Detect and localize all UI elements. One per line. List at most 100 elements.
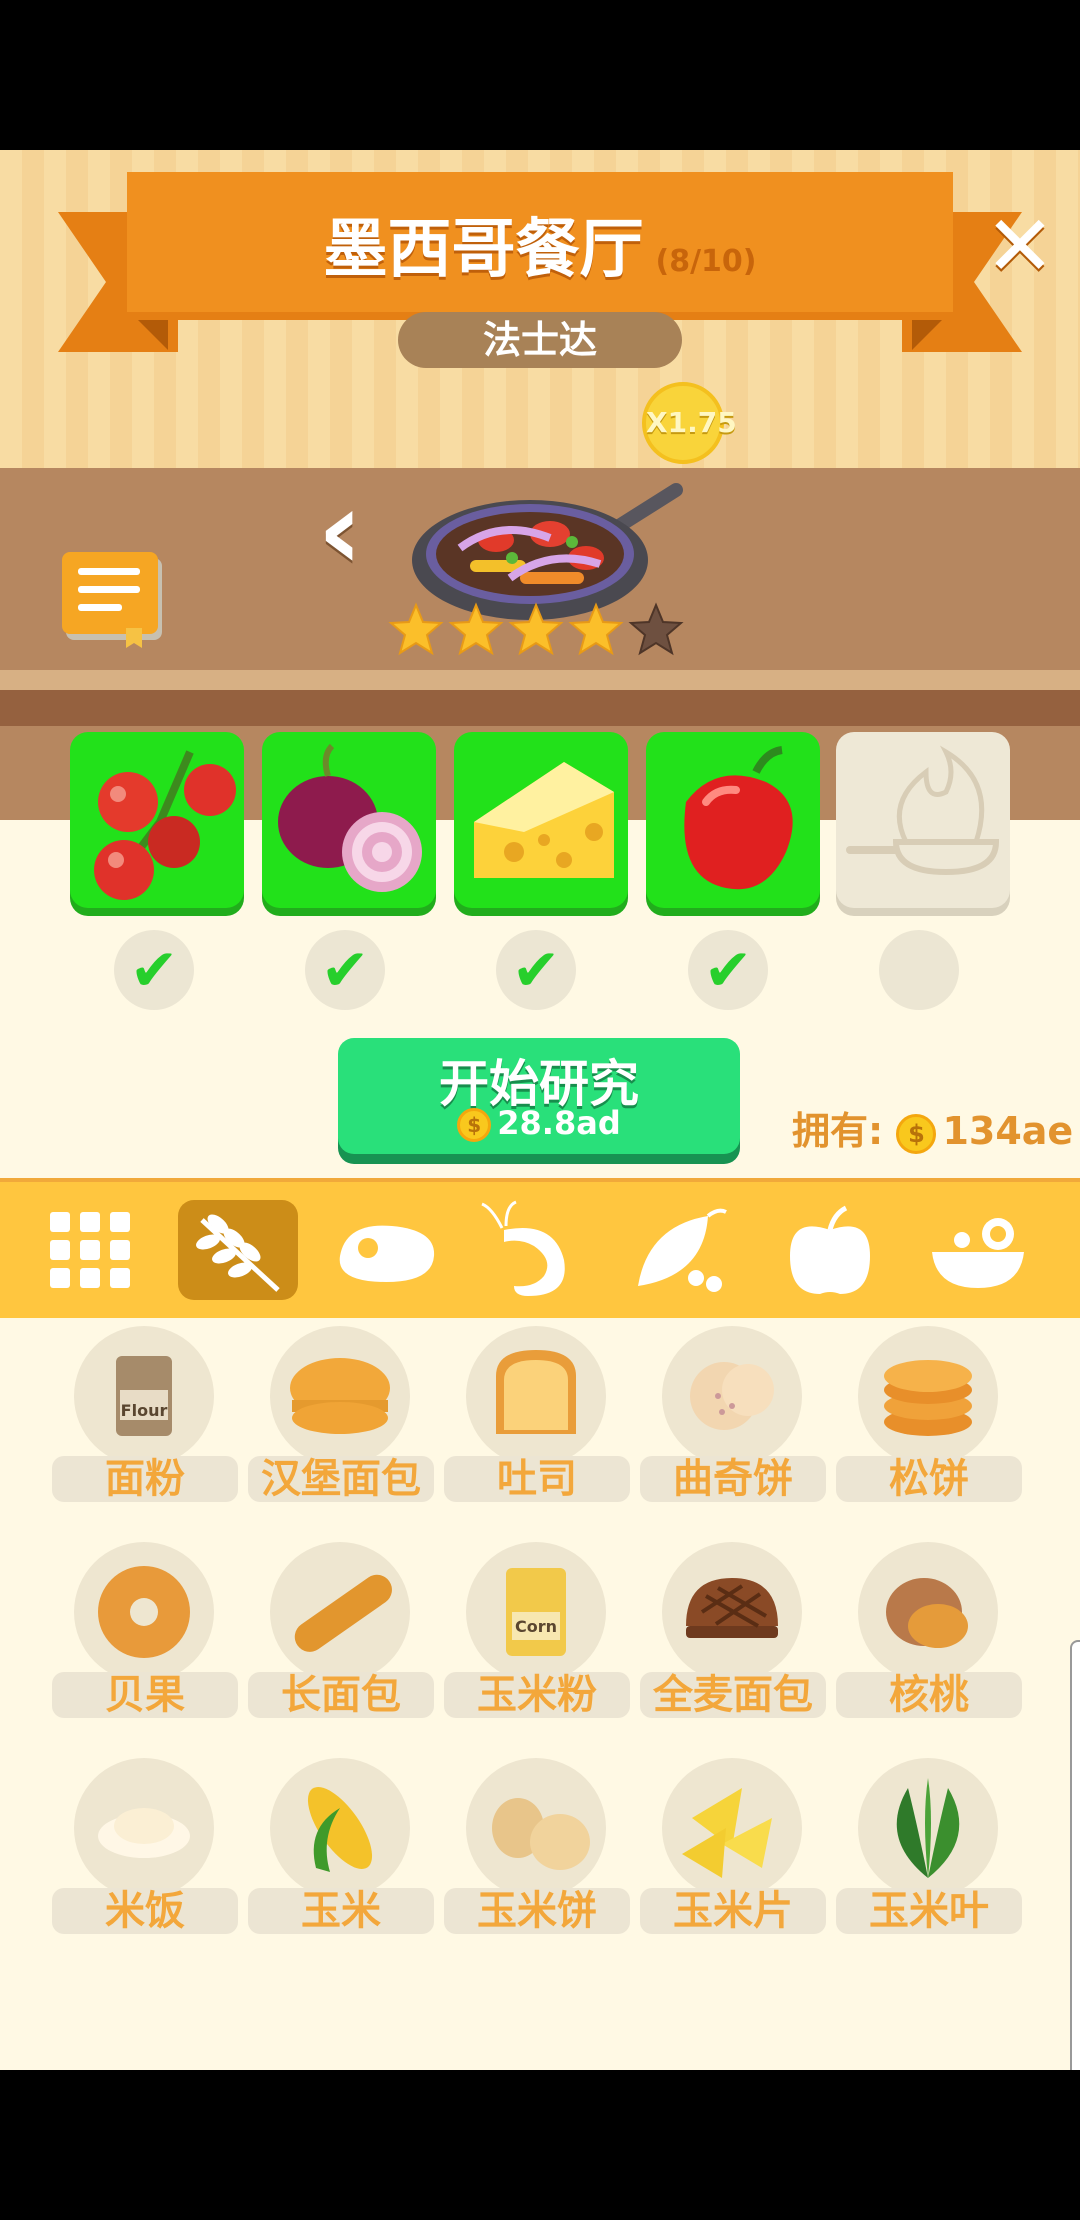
- check-icon: ✔: [688, 930, 768, 1010]
- check-icon: ✔: [114, 930, 194, 1010]
- ingredient-item[interactable]: 核桃: [836, 1542, 1022, 1722]
- title-ribbon: 墨西哥餐厅 (8/10): [127, 172, 953, 312]
- walnut-icon: [886, 1578, 968, 1648]
- coin-icon: $: [457, 1108, 492, 1142]
- ingredient-item[interactable]: 贝果: [52, 1542, 238, 1722]
- ingredient-item[interactable]: Flour 面粉: [52, 1326, 238, 1506]
- nachos-icon: [682, 1788, 772, 1878]
- cornmeal-icon: Corn: [506, 1568, 566, 1656]
- ingredient-item[interactable]: Corn 玉米粉: [444, 1542, 630, 1722]
- category-bar: [0, 1178, 1080, 1318]
- star-empty-icon: [628, 602, 684, 656]
- category-salad[interactable]: [918, 1200, 1038, 1300]
- side-panel-handle[interactable]: [1070, 1640, 1080, 2070]
- ingredient-item[interactable]: 曲奇饼: [640, 1326, 826, 1506]
- item-icon-circle: [662, 1326, 802, 1466]
- close-icon[interactable]: ✕: [980, 204, 1060, 288]
- meat-icon: [339, 1225, 435, 1282]
- item-icon-circle: [270, 1542, 410, 1682]
- item-icon-circle: [858, 1758, 998, 1898]
- category-grains[interactable]: [178, 1200, 298, 1300]
- check-icon: ✔: [305, 930, 385, 1010]
- owned-coins: 拥有: $134ae: [792, 1100, 1073, 1155]
- tomato-icon: [94, 750, 236, 900]
- item-label: 玉米: [248, 1888, 434, 1934]
- red-pepper-icon: [684, 746, 793, 890]
- dish-rating: [388, 602, 698, 666]
- grid-icon: [50, 1212, 130, 1288]
- dish-name-badge: 法士达: [398, 312, 682, 368]
- item-label: 全麦面包: [640, 1672, 826, 1718]
- category-fruit[interactable]: [770, 1200, 890, 1300]
- category-seafood[interactable]: [474, 1200, 594, 1300]
- ingredient-item[interactable]: 玉米饼: [444, 1758, 630, 1938]
- peas-icon: [638, 1208, 727, 1292]
- cheese-icon: [474, 762, 614, 878]
- apple-icon: [790, 1205, 870, 1294]
- burger-bun-icon: [290, 1358, 390, 1434]
- start-research-button[interactable]: 开始研究 $28.8ad: [338, 1038, 740, 1154]
- baguette-icon: [294, 1574, 392, 1652]
- item-label: 贝果: [52, 1672, 238, 1718]
- item-label: 吐司: [444, 1456, 630, 1502]
- item-label: 面粉: [52, 1456, 238, 1502]
- category-all[interactable]: [30, 1200, 150, 1300]
- item-label: 汉堡面包: [248, 1456, 434, 1502]
- star-filled-icon: [568, 602, 624, 656]
- bagel-icon: [98, 1566, 190, 1658]
- item-label: 玉米叶: [836, 1888, 1022, 1934]
- ingredient-item[interactable]: 松饼: [836, 1326, 1022, 1506]
- wheat-icon: [196, 1214, 280, 1292]
- owned-value: 134ae: [942, 1109, 1074, 1153]
- check-placeholder: [879, 930, 959, 1010]
- category-vegetables[interactable]: [622, 1200, 742, 1300]
- item-label: 米饭: [52, 1888, 238, 1934]
- owned-label: 拥有:: [792, 1109, 884, 1153]
- restaurant-name: 墨西哥餐厅: [323, 213, 644, 287]
- shelf-bottom: [0, 690, 1080, 726]
- item-icon-circle: Flour: [74, 1326, 214, 1466]
- book-cover: [62, 552, 158, 634]
- pancake-icon: [884, 1360, 972, 1436]
- ingredient-item[interactable]: 长面包: [248, 1542, 434, 1722]
- item-icon-circle: [74, 1542, 214, 1682]
- shrimp-icon: [481, 1200, 565, 1296]
- ingredient-item[interactable]: 全麦面包: [640, 1542, 826, 1722]
- item-icon-circle: [270, 1326, 410, 1466]
- corn-icon: [307, 1787, 373, 1872]
- corn-husk-icon: [896, 1778, 960, 1878]
- ingredient-item[interactable]: 玉米叶: [836, 1758, 1022, 1938]
- ingredient-slot-3[interactable]: [454, 732, 628, 908]
- header-banner: 墨西哥餐厅 (8/10) ✕ 法士达 X1.75: [0, 150, 1080, 468]
- check-icon: ✔: [496, 930, 576, 1010]
- ingredient-item[interactable]: 玉米片: [640, 1758, 826, 1938]
- game-screen: 墨西哥餐厅 (8/10) ✕ 法士达 X1.75 ‹ ✔ ✔ ✔ ✔ 开始研究 …: [0, 150, 1080, 2070]
- multiplier-badge: X1.75: [642, 382, 737, 464]
- item-label: 曲奇饼: [640, 1456, 826, 1502]
- item-icon-circle: [662, 1542, 802, 1682]
- item-icon-text: Flour: [121, 1401, 168, 1420]
- item-icon-text: Corn: [515, 1617, 557, 1636]
- ingredient-item[interactable]: 汉堡面包: [248, 1326, 434, 1506]
- cooking-pan-icon: [846, 745, 1000, 876]
- ingredient-item[interactable]: 米饭: [52, 1758, 238, 1938]
- item-icon-circle: [466, 1758, 606, 1898]
- category-meat[interactable]: [326, 1200, 446, 1300]
- ingredient-slot-2[interactable]: [262, 732, 436, 908]
- cookie-icon: [690, 1362, 774, 1430]
- item-icon-circle: Corn: [466, 1542, 606, 1682]
- recipe-book-icon[interactable]: [62, 552, 162, 648]
- wholewheat-bread-icon: [686, 1578, 778, 1638]
- ingredient-item[interactable]: 吐司: [444, 1326, 630, 1506]
- star-filled-icon: [508, 602, 564, 656]
- ingredient-slot-4[interactable]: [646, 732, 820, 908]
- item-icon-circle: [270, 1758, 410, 1898]
- toast-icon: [496, 1350, 576, 1434]
- ingredient-slot-1[interactable]: [70, 732, 244, 908]
- research-cost-value: 28.8ad: [497, 1104, 621, 1142]
- ingredient-slot-5[interactable]: [836, 732, 1010, 908]
- item-icon-circle: [858, 1542, 998, 1682]
- ingredient-item[interactable]: 玉米: [248, 1758, 434, 1938]
- research-cost: $28.8ad: [338, 1104, 740, 1142]
- previous-dish-button[interactable]: ‹: [300, 475, 380, 585]
